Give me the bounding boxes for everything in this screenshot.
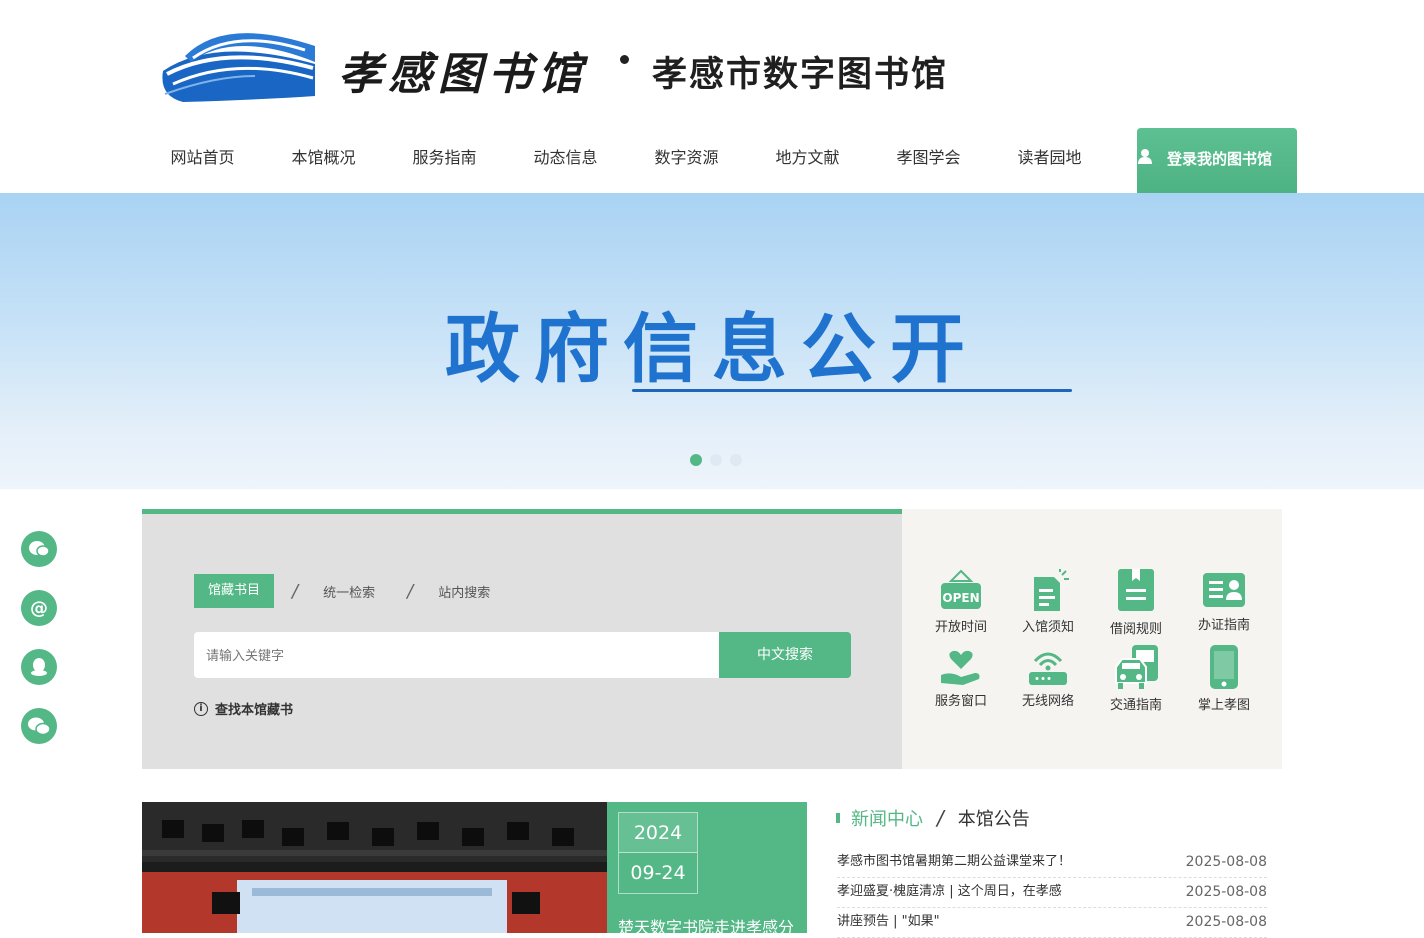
- news-tabs: 新闻中心 / 本馆公告: [836, 805, 1030, 831]
- wechat-icon[interactable]: [21, 708, 57, 744]
- nav-item-society[interactable]: 孝图学会: [868, 140, 989, 180]
- service-borrow-rules[interactable]: 借阅规则: [1092, 569, 1180, 637]
- bus-car-icon: [1115, 645, 1158, 689]
- service-label: 入馆须知: [1021, 620, 1074, 635]
- open-sign-icon: OPEN: [941, 569, 981, 609]
- tab-separator: /: [407, 580, 414, 602]
- site-header: 孝感图书馆 孝感市数字图书馆 网站首页 本馆概况 服务指南 动态信息 数字资源 …: [0, 0, 1424, 228]
- news-tab-marker: [836, 813, 840, 823]
- login-label: 登录我的图书馆: [1166, 150, 1272, 168]
- book-rules-icon: [1118, 569, 1154, 611]
- tab-unified-search[interactable]: 统一检索: [323, 582, 375, 601]
- featured-news-date: 2024 09-24: [618, 812, 698, 894]
- featured-news-photo[interactable]: [142, 802, 607, 933]
- tab-site-search[interactable]: 站内搜索: [438, 582, 490, 601]
- nav-item-about[interactable]: 本馆概况: [263, 140, 384, 180]
- social-float-bar: @: [21, 531, 57, 744]
- nav-item-digital-resources[interactable]: 数字资源: [626, 140, 747, 180]
- news-date: 2025-08-08: [1185, 884, 1267, 900]
- heart-hand-icon: [941, 650, 980, 685]
- featured-news-headline[interactable]: 楚天数字书院走进孝感分: [618, 914, 794, 938]
- featured-news-month-day: 09-24: [630, 862, 686, 884]
- news-title: 孝迎盛夏·槐庭清凉 | 这个周日，在孝感: [837, 884, 1062, 899]
- service-wifi[interactable]: 无线网络: [1004, 647, 1092, 709]
- nav-item-reader-garden[interactable]: 读者园地: [989, 140, 1110, 180]
- main-nav: 网站首页 本馆概况 服务指南 动态信息 数字资源 地方文献 孝图学会 读者园地: [142, 140, 1110, 180]
- service-traffic-guide[interactable]: 交通指南: [1092, 645, 1180, 713]
- service-opening-hours[interactable]: OPEN 开放时间: [917, 569, 1005, 635]
- featured-news-year: 2024: [619, 813, 697, 853]
- banner-title: 政府信息公开: [444, 305, 979, 393]
- email-at-icon[interactable]: @: [21, 590, 57, 626]
- brand-calligraphy: 孝感图书馆: [338, 49, 588, 100]
- services-panel: OPEN 开放时间 入馆须知 借阅规则 办证指南 服务窗口 无线网络 交通指南 …: [902, 509, 1282, 769]
- nav-item-local-docs[interactable]: 地方文献: [747, 140, 868, 180]
- service-card-guide[interactable]: 办证指南: [1180, 569, 1268, 633]
- tab-news-center[interactable]: 新闻中心: [851, 805, 923, 831]
- news-list-item[interactable]: 孝迎盛夏·槐庭清凉 | 这个周日，在孝感 2025-08-08: [837, 878, 1267, 908]
- news-date: 2025-08-08: [1185, 854, 1267, 870]
- find-collection-label: 查找本馆藏书: [215, 703, 294, 718]
- nav-item-service-guide[interactable]: 服务指南: [384, 140, 505, 180]
- qq-penguin-icon[interactable]: [21, 649, 57, 685]
- tab-catalog[interactable]: 馆藏书目: [194, 574, 275, 608]
- news-list-item[interactable]: 孝感市图书馆暑期第二期公益课堂来了！ 2025-08-08: [837, 848, 1267, 878]
- featured-news-card[interactable]: 2024 09-24 楚天数字书院走进孝感分: [607, 802, 807, 937]
- service-label: 服务窗口: [934, 694, 987, 709]
- library-logo[interactable]: [155, 16, 325, 106]
- wifi-router-icon: [1029, 652, 1067, 685]
- carousel-dot-3[interactable]: [730, 454, 742, 466]
- hero-banner[interactable]: 政府信息公开: [0, 193, 1424, 489]
- nav-item-home[interactable]: 网站首页: [142, 140, 263, 180]
- info-icon: i: [194, 701, 208, 716]
- svg-text:OPEN: OPEN: [942, 591, 979, 605]
- service-window[interactable]: 服务窗口: [917, 647, 1005, 709]
- carousel-dots: [690, 454, 742, 466]
- service-label: 掌上孝图: [1197, 698, 1250, 713]
- tab-announcements[interactable]: 本馆公告: [958, 805, 1030, 831]
- brand-separator-dot: [620, 55, 629, 64]
- service-label: 办证指南: [1197, 618, 1250, 633]
- nav-item-news[interactable]: 动态信息: [505, 140, 626, 180]
- service-label: 交通指南: [1109, 698, 1162, 713]
- news-list-item[interactable]: 讲座预告 | "如果" 2025-08-08: [837, 908, 1267, 938]
- news-title: 孝感市图书馆暑期第二期公益课堂来了！: [837, 854, 1072, 869]
- brand-title: 孝感市数字图书馆: [652, 55, 949, 95]
- mobile-phone-icon: [1210, 645, 1238, 689]
- service-entry-notice[interactable]: 入馆须知: [1004, 569, 1092, 635]
- id-card-icon: [1203, 573, 1245, 607]
- service-mobile-library[interactable]: 掌上孝图: [1180, 645, 1268, 713]
- service-label: 开放时间: [934, 620, 987, 635]
- search-input[interactable]: [194, 632, 719, 678]
- tab-separator: /: [292, 580, 299, 602]
- carousel-dot-1[interactable]: [690, 454, 702, 466]
- search-panel: 馆藏书目 / 统一检索 / 站内搜索 中文搜索 i 查找本馆藏书: [142, 509, 902, 769]
- news-list: 孝感市图书馆暑期第二期公益课堂来了！ 2025-08-08 孝迎盛夏·槐庭清凉 …: [837, 848, 1267, 938]
- chat-bubbles-icon[interactable]: [21, 531, 57, 567]
- search-tabs: 馆藏书目 / 统一检索 / 站内搜索: [194, 574, 490, 608]
- carousel-dot-2[interactable]: [710, 454, 722, 466]
- banner-underline: [632, 389, 1072, 392]
- news-tab-separator: /: [937, 806, 944, 830]
- search-button[interactable]: 中文搜索: [719, 632, 851, 678]
- find-collection-link[interactable]: i 查找本馆藏书: [194, 699, 293, 718]
- service-label: 借阅规则: [1109, 622, 1162, 637]
- notice-doc-icon: [1034, 569, 1069, 611]
- service-label: 无线网络: [1021, 694, 1074, 709]
